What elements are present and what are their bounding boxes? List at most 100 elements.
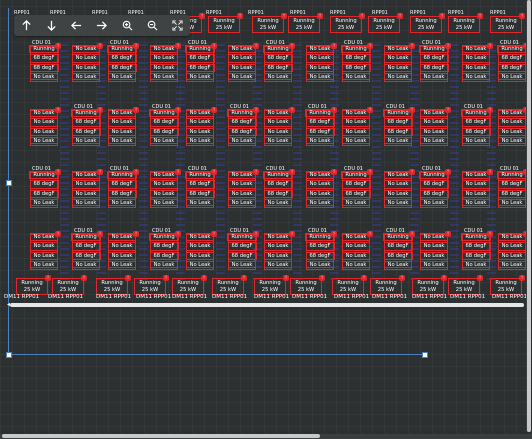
leak-status-tile[interactable]: No LeakNo LeakNo LeakNo Leak!: [29, 231, 61, 270]
tile-line: No Leak: [383, 63, 413, 72]
leak-status-tile[interactable]: No LeakNo LeakNo LeakNo Leak!: [341, 107, 373, 146]
cdu-status-tile[interactable]: Running68 degF68 degFNo Leak!: [497, 43, 529, 82]
cdu-status-tile[interactable]: No Leak No Leak No Leak No Leak!: [227, 43, 259, 82]
cdu-status-tile[interactable]: Running68 degF68 degFNo Leak!: [185, 169, 217, 208]
leak-status-tile[interactable]: Running 68 degF 68 degF No Leak!: [149, 231, 181, 270]
running-tile[interactable]: Running25 kW!: [412, 275, 447, 295]
running-tile[interactable]: Running25 kW!: [252, 13, 287, 33]
alarm-badge: !: [331, 107, 337, 113]
leak-status-tile[interactable]: No LeakNo LeakNo LeakNo Leak!: [263, 107, 295, 146]
cdu-status-tile[interactable]: No Leak No Leak No Leak No Leak!: [305, 169, 337, 208]
left-button[interactable]: [67, 17, 87, 35]
cdu-status-tile[interactable]: Running68 degF68 degFNo Leak!: [341, 169, 373, 208]
cdu-status-tile[interactable]: Running68 degF68 degFNo Leak!: [107, 43, 139, 82]
leak-status-tile[interactable]: Running 68 degF 68 degF No Leak!: [71, 107, 103, 146]
scroll-left-icon[interactable]: ◂: [7, 302, 10, 308]
zoom-out-button[interactable]: [142, 17, 162, 35]
alarm-badge: !: [253, 107, 259, 113]
leak-status-tile[interactable]: No LeakNo LeakNo LeakNo Leak!: [107, 107, 139, 146]
cdu-status-tile[interactable]: No Leak No Leak No Leak No Leak!: [305, 43, 337, 82]
cdu-status-tile[interactable]: No Leak No Leak No Leak No Leak!: [383, 169, 415, 208]
running-tile[interactable]: Running25 kW!: [410, 13, 445, 33]
selection-handle[interactable]: [6, 180, 12, 186]
inner-horizontal-scrollbar[interactable]: [10, 303, 524, 307]
leak-status-tile[interactable]: No LeakNo LeakNo LeakNo Leak!: [419, 107, 451, 146]
cdu-status-tile[interactable]: Running68 degF68 degFNo Leak!: [185, 43, 217, 82]
running-tile[interactable]: Running25 kW!: [448, 13, 483, 33]
cdu-status-tile[interactable]: No Leak No Leak No Leak No Leak!: [383, 43, 415, 82]
running-tile[interactable]: Running25 kW!: [448, 275, 483, 295]
running-tile[interactable]: Running25 kW!: [288, 13, 323, 33]
cdu-status-tile[interactable]: No Leak No Leak No Leak No Leak!: [461, 43, 493, 82]
running-tile[interactable]: Running25 kW!: [212, 275, 247, 295]
cdu-status-tile[interactable]: No Leak No Leak No Leak No Leak!: [149, 169, 181, 208]
running-tile[interactable]: Running25 kW!: [290, 275, 325, 295]
cdu-status-tile[interactable]: Running68 degF68 degFNo Leak!: [29, 169, 61, 208]
selection-handle[interactable]: [422, 352, 428, 358]
leak-status-tile[interactable]: No LeakNo LeakNo LeakNo Leak!: [497, 107, 529, 146]
running-tile[interactable]: Running25 kW!: [332, 275, 367, 295]
alarm-badge: !: [175, 43, 181, 49]
cdu-status-tile[interactable]: Running68 degF68 degFNo Leak!: [341, 43, 373, 82]
leak-status-tile[interactable]: Running 68 degF 68 degF No Leak!: [149, 107, 181, 146]
leak-status-tile[interactable]: Running 68 degF 68 degF No Leak!: [71, 231, 103, 270]
leak-status-tile[interactable]: Running 68 degF 68 degF No Leak!: [227, 107, 259, 146]
cdu-status-tile[interactable]: No Leak No Leak No Leak No Leak!: [71, 43, 103, 82]
running-tile[interactable]: Running25 kW!: [52, 275, 87, 295]
tile-line: No Leak: [383, 199, 413, 208]
running-tile[interactable]: Running25 kW!: [330, 13, 365, 33]
running-tile[interactable]: Running25 kW!: [172, 275, 207, 295]
leak-status-tile[interactable]: Running 68 degF 68 degF No Leak!: [305, 231, 337, 270]
leak-status-tile[interactable]: No LeakNo LeakNo LeakNo Leak!: [497, 231, 529, 270]
cdu-status-tile[interactable]: No Leak No Leak No Leak No Leak!: [71, 169, 103, 208]
cdu-status-tile[interactable]: Running68 degF68 degFNo Leak!: [107, 169, 139, 208]
selection-handle[interactable]: [6, 352, 12, 358]
leak-status-tile[interactable]: No LeakNo LeakNo LeakNo Leak!: [107, 231, 139, 270]
running-tile[interactable]: Running25 kW!: [368, 13, 403, 33]
tile-line: No Leak: [185, 127, 215, 136]
cdu-status-tile[interactable]: Running68 degF68 degFNo Leak!: [29, 43, 61, 82]
tile-line: No Leak: [185, 199, 215, 208]
floor-plan-canvas[interactable]: RPP01 RPP01 RPP01 RPP01 RPP01 RPP01 RPP01 RPP01…: [0, 0, 532, 439]
vertical-scrollbar-thumb[interactable]: [527, 0, 531, 432]
fit-screen-button[interactable]: [167, 17, 187, 35]
leak-status-tile[interactable]: No LeakNo LeakNo LeakNo Leak!: [185, 107, 217, 146]
tile-line: 68 degF: [383, 127, 413, 136]
cdu-status-tile[interactable]: Running68 degF68 degFNo Leak!: [263, 43, 295, 82]
leak-status-tile[interactable]: Running 68 degF 68 degF No Leak!: [383, 231, 415, 270]
tile-line: No Leak: [107, 261, 137, 270]
cdu-status-tile[interactable]: No Leak No Leak No Leak No Leak!: [227, 169, 259, 208]
cdu-status-tile[interactable]: Running68 degF68 degFNo Leak!: [263, 169, 295, 208]
leak-status-tile[interactable]: Running 68 degF 68 degF No Leak!: [227, 231, 259, 270]
leak-status-tile[interactable]: No LeakNo LeakNo LeakNo Leak!: [29, 107, 61, 146]
running-tile[interactable]: Running25 kW!: [208, 13, 243, 33]
up-button[interactable]: [17, 17, 37, 35]
leak-status-tile[interactable]: No LeakNo LeakNo LeakNo Leak!: [263, 231, 295, 270]
zoom-in-button[interactable]: [117, 17, 137, 35]
running-tile[interactable]: Running25 kW!: [490, 275, 525, 295]
cdu-status-tile[interactable]: Running68 degF68 degFNo Leak!: [419, 169, 451, 208]
leak-status-tile[interactable]: Running 68 degF 68 degF No Leak!: [461, 231, 493, 270]
cdu-status-tile[interactable]: Running68 degF68 degFNo Leak!: [419, 43, 451, 82]
leak-status-tile[interactable]: Running 68 degF 68 degF No Leak!: [383, 107, 415, 146]
horizontal-scrollbar-thumb[interactable]: [2, 434, 320, 438]
cdu-status-tile[interactable]: No Leak No Leak No Leak No Leak!: [149, 43, 181, 82]
leak-status-tile[interactable]: No LeakNo LeakNo LeakNo Leak!: [341, 231, 373, 270]
running-tile[interactable]: Running25 kW!: [134, 275, 169, 295]
cdu-status-tile[interactable]: No Leak No Leak No Leak No Leak!: [461, 169, 493, 208]
running-tile[interactable]: Running25 kW!: [96, 275, 131, 295]
running-tile[interactable]: Running25 kW!: [16, 275, 51, 295]
cdu-status-tile[interactable]: Running68 degF68 degFNo Leak!: [497, 169, 529, 208]
running-tile[interactable]: Running25 kW!: [490, 13, 525, 33]
running-tile[interactable]: Running25 kW!: [254, 275, 289, 295]
down-button[interactable]: [42, 17, 62, 35]
leak-status-tile[interactable]: No LeakNo LeakNo LeakNo Leak!: [185, 231, 217, 270]
leak-status-tile[interactable]: Running 68 degF 68 degF No Leak!: [305, 107, 337, 146]
leak-status-tile[interactable]: Running 68 degF 68 degF No Leak!: [461, 107, 493, 146]
tile-line: No Leak: [341, 118, 371, 127]
alarm-badge: !: [317, 13, 323, 19]
leak-status-tile[interactable]: No LeakNo LeakNo LeakNo Leak!: [419, 231, 451, 270]
running-tile[interactable]: Running25 kW!: [370, 275, 405, 295]
right-button[interactable]: [92, 17, 112, 35]
tile-line: No Leak: [419, 199, 449, 208]
